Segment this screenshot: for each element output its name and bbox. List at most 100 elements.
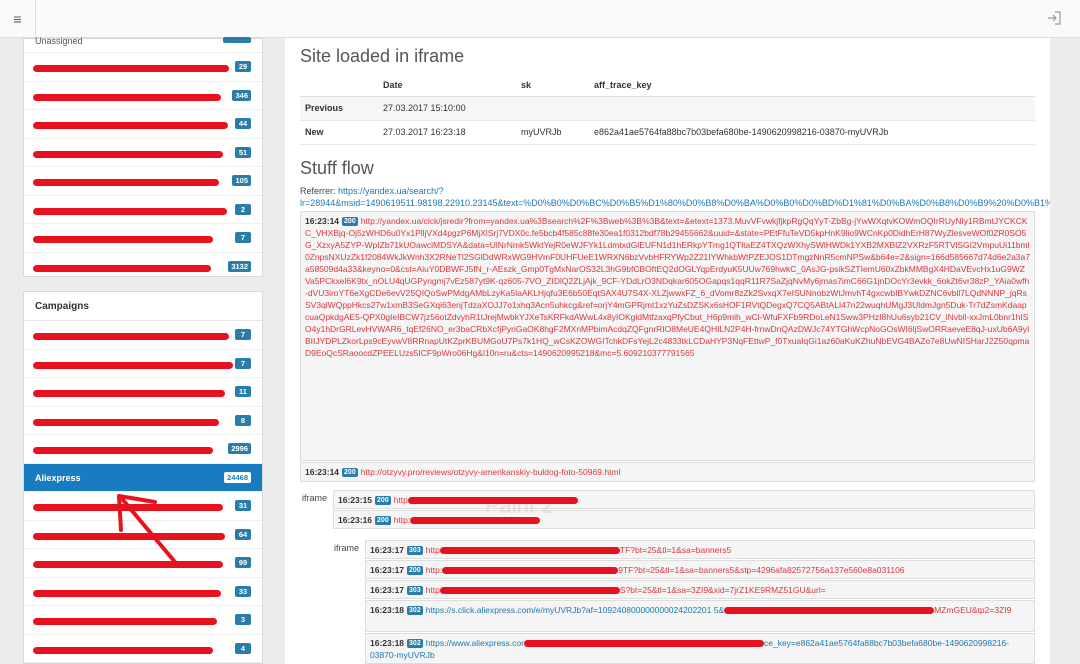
- referrer-line: Referrer: https://yandex.ua/search/?lr=2…: [300, 185, 1050, 209]
- iframe-label: iframe: [302, 493, 328, 503]
- redaction-mark: [33, 207, 227, 215]
- campaigns-title: Campaigns: [24, 292, 262, 321]
- count-badge: 105: [232, 175, 251, 186]
- date-cell: 27.03.2017 15:10:00: [378, 96, 516, 121]
- sidebar-item[interactable]: 7: [24, 321, 262, 350]
- iframe-section-title: Site loaded in iframe: [300, 46, 465, 66]
- sidebar-item[interactable]: 3132: [24, 253, 262, 282]
- sidebar-item[interactable]: 44: [24, 110, 262, 139]
- hamburger-icon[interactable]: ≡: [0, 0, 36, 38]
- sidebar-item[interactable]: 4: [24, 635, 262, 663]
- flow-url[interactable]: http:: [394, 515, 411, 525]
- referrer-link[interactable]: https://yandex.ua/search/?lr=28944&msid=…: [300, 186, 1050, 208]
- flow-url[interactable]: http: [426, 585, 440, 595]
- status-badge: 200: [375, 496, 391, 505]
- status-badge: 200: [375, 516, 391, 525]
- redaction-mark: [33, 646, 213, 654]
- flow-entry: 16:23:14 200 http://otzyvy.pro/reviews/otz…: [300, 462, 1035, 482]
- sidebar-item[interactable]: 29: [24, 53, 262, 82]
- redaction-mark: [33, 93, 221, 101]
- count-badge: 33: [235, 585, 251, 597]
- count-badge: 31: [235, 500, 251, 511]
- count-badge: 7: [235, 329, 251, 340]
- red-arrow-annotation: [117, 494, 177, 564]
- count-badge: 24468: [224, 471, 251, 483]
- redaction-mark: [33, 361, 233, 369]
- categories-panel: Unassigned 29 346 44 51 105 2 7 3132: [23, 36, 263, 277]
- flow-url[interactable]: https://s.click.aliexpress.com/e/myUVRJb…: [426, 605, 724, 615]
- count-badge: 11: [235, 386, 251, 397]
- redaction-mark: [33, 65, 229, 72]
- count-badge: 7: [235, 232, 251, 243]
- count-badge: 99: [235, 557, 251, 568]
- flow-url[interactable]: http:: [426, 565, 443, 575]
- status-badge: 303: [407, 586, 423, 595]
- sidebar-item[interactable]: 11: [24, 378, 262, 407]
- flow-entry: 16:23:14 200 http://yandex.ua/clck/jsredir…: [300, 211, 1035, 461]
- redaction-mark: [33, 589, 221, 597]
- sidebar-item[interactable]: 3: [24, 606, 262, 635]
- column-header-aff-trace-key: aff_trace_key: [589, 74, 1035, 97]
- sidebar-item[interactable]: 7: [24, 224, 262, 253]
- redaction-mark: [33, 150, 223, 158]
- count-badge: 29: [235, 61, 251, 72]
- flow-url[interactable]: http://otzyvy.pro/reviews/otzyvy-amerika…: [361, 467, 621, 477]
- flow-url[interactable]: http://yandex.ua/clck/jsredir?from=yande…: [305, 216, 1030, 358]
- column-header: [300, 74, 378, 97]
- count-badge: 51: [235, 146, 251, 158]
- flow-url[interactable]: http: [394, 495, 408, 505]
- sk-cell: [516, 96, 589, 121]
- sidebar-item[interactable]: 105: [24, 167, 262, 196]
- flow-entry: 16:23:15 200 http: [333, 490, 1035, 509]
- count-badge: 8: [235, 414, 251, 426]
- sidebar-item-aliexpress[interactable]: Aliexpress 24468: [24, 463, 262, 492]
- table-row: New 27.03.2017 16:23:18 myUVRJb e862a41a…: [300, 120, 1035, 145]
- flow-entry: 16:23:18 302 https://www.aliexpress.cor ce_…: [365, 633, 1035, 664]
- count-badge: 44: [235, 118, 251, 129]
- count-badge: 2996: [228, 443, 251, 454]
- redaction-mark: [439, 547, 620, 555]
- flow-url[interactable]: http: [426, 545, 440, 555]
- sk-cell: myUVRJb: [516, 120, 589, 145]
- flow-entry: 16:23:18 302 https://s.click.aliexpress.co…: [365, 600, 1035, 632]
- redaction-mark: [442, 567, 619, 575]
- flow-url-tail: S?bt=25&tl=1&sa=3ZI9&xid=7jrZ1KE9RMZ51GU…: [619, 585, 826, 595]
- entry-time: 16:23:18: [370, 638, 405, 648]
- campaigns-panel: Campaigns 7 7 11 8 2996 Aliexpress 24468 …: [23, 291, 263, 664]
- entry-time: 16:23:18: [370, 605, 405, 615]
- count-badge: 2: [235, 203, 251, 215]
- column-header-date: Date: [378, 74, 516, 97]
- sidebar-item[interactable]: 8: [24, 407, 262, 435]
- redaction-mark: [33, 333, 229, 340]
- flow-url[interactable]: https://www.aliexpress.cor: [426, 638, 524, 648]
- watermark: Paint 2: [485, 493, 554, 518]
- entry-time: 16:23:16: [338, 515, 373, 525]
- date-cell: 27.03.2017 16:23:18: [378, 120, 516, 145]
- sidebar-item[interactable]: 2996: [24, 435, 262, 464]
- redaction-mark: [33, 122, 228, 129]
- status-badge: 200: [342, 468, 358, 477]
- entry-time: 16:23:17: [370, 565, 405, 575]
- iframe-label: iframe: [334, 543, 360, 553]
- main-content: Site loaded in iframe Date sk aff_trace_…: [285, 38, 1050, 664]
- sidebar-item[interactable]: 7: [24, 350, 262, 378]
- sidebar-item[interactable]: 51: [24, 139, 262, 167]
- referrer-label: Referrer:: [300, 186, 336, 196]
- flow-entry: 16:23:16 200 http:: [333, 510, 1035, 529]
- redaction-mark: [33, 264, 211, 272]
- sidebar-item[interactable]: 346: [24, 82, 262, 110]
- count-badge: 3: [235, 614, 251, 625]
- entry-time: 16:23:14: [305, 467, 340, 477]
- flow-entry: 16:23:17 200 http: 9TF?bt=25&tl=1&sa=banner…: [365, 560, 1035, 579]
- entry-time: 16:23:14: [305, 216, 340, 226]
- flow-url-tail: MZmGEU&tp2=3ZI9: [934, 605, 1012, 615]
- column-header-sk: sk: [516, 74, 589, 97]
- count-badge: 346: [232, 89, 251, 101]
- redaction-mark: [33, 390, 225, 397]
- logout-icon[interactable]: [1046, 10, 1062, 26]
- sidebar-item-label: Aliexpress: [35, 472, 81, 483]
- sidebar-item[interactable]: 2: [24, 196, 262, 224]
- sidebar-item[interactable]: 33: [24, 578, 262, 606]
- sidebar-item[interactable]: Unassigned: [24, 36, 262, 53]
- table-row: Previous 27.03.2017 15:10:00: [300, 96, 1035, 121]
